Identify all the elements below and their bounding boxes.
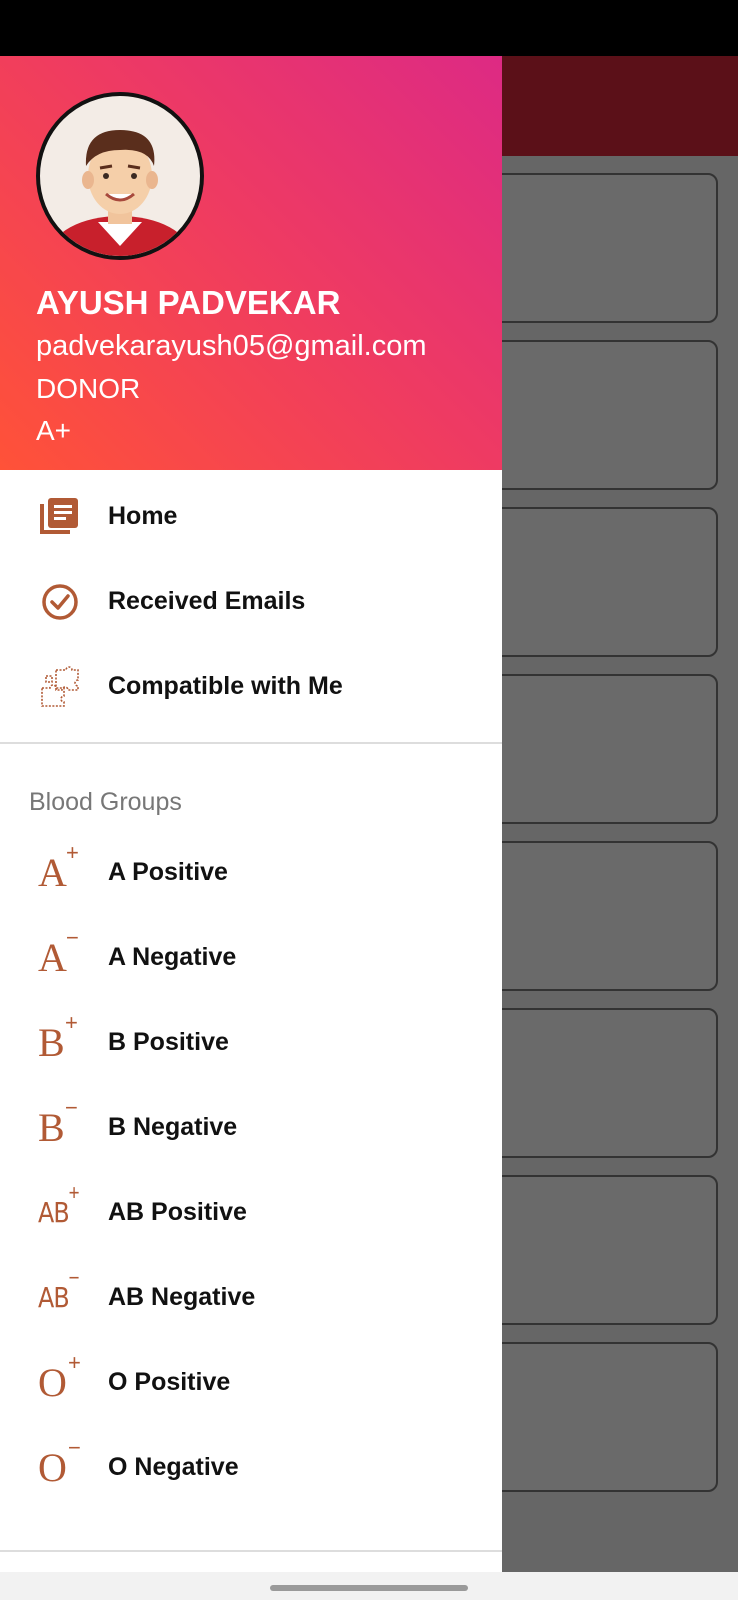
ab-positive-icon: AB + — [38, 1180, 80, 1230]
section-title-blood-groups: Blood Groups — [29, 788, 182, 816]
a-positive-icon: A + — [38, 840, 79, 896]
book-icon — [38, 496, 82, 538]
background-card[interactable] — [490, 173, 718, 323]
profile-name: AYUSH PADVEKAR — [36, 284, 341, 321]
o-negative-icon: O − — [38, 1435, 81, 1491]
menu-item-b-negative[interactable]: B − B Negative — [0, 1085, 502, 1171]
menu-item-label: B Positive — [108, 1028, 229, 1056]
menu-item-label: Received Emails — [108, 587, 306, 615]
menu-item-label: B Negative — [108, 1113, 238, 1141]
background-card[interactable] — [490, 1008, 718, 1158]
menu-item-label: O Positive — [108, 1368, 231, 1396]
menu-item-label: AB Positive — [108, 1198, 247, 1226]
profile-blood-group: A+ — [36, 415, 72, 446]
menu-item-home[interactable]: Home — [0, 474, 502, 560]
ab-negative-icon: AB − — [38, 1265, 80, 1315]
navigation-drawer: AYUSH PADVEKAR padvekarayush05@gmail.com… — [0, 56, 502, 1572]
menu-item-label: A Positive — [108, 858, 228, 886]
menu-item-a-negative[interactable]: A − A Negative — [0, 915, 502, 1001]
menu-item-ab-positive[interactable]: AB + AB Positive — [0, 1170, 502, 1256]
background-card[interactable] — [490, 507, 718, 657]
avatar[interactable] — [36, 92, 204, 260]
divider — [0, 1550, 502, 1552]
drawer-header: AYUSH PADVEKAR padvekarayush05@gmail.com… — [0, 56, 502, 470]
avatar-image — [50, 130, 190, 256]
menu-item-o-negative[interactable]: O − O Negative — [0, 1425, 502, 1511]
b-negative-icon: B − — [38, 1095, 78, 1151]
menu-item-a-positive[interactable]: A + A Positive — [0, 830, 502, 916]
menu-item-label: O Negative — [108, 1453, 239, 1481]
menu-item-label: A Negative — [108, 943, 237, 971]
o-positive-icon: O + — [38, 1350, 81, 1406]
profile-role: DONOR — [36, 373, 141, 404]
background-card[interactable] — [490, 674, 718, 824]
menu-item-received-emails[interactable]: Received Emails — [0, 559, 502, 645]
profile-email: padvekarayush05@gmail.com — [36, 330, 427, 362]
background-card[interactable] — [490, 340, 718, 490]
menu-item-ab-negative[interactable]: AB − AB Negative — [0, 1255, 502, 1341]
menu-item-o-positive[interactable]: O + O Positive — [0, 1340, 502, 1426]
menu-item-label: AB Negative — [108, 1283, 256, 1311]
background-card[interactable] — [490, 1342, 718, 1492]
a-negative-icon: A − — [38, 925, 79, 981]
puzzle-icon — [38, 666, 82, 708]
background-card[interactable] — [490, 841, 718, 991]
menu-item-compatible-with-me[interactable]: Compatible with Me — [0, 644, 502, 730]
b-positive-icon: B + — [38, 1010, 78, 1066]
background-card[interactable] — [490, 1175, 718, 1325]
menu-item-label: Home — [108, 502, 178, 530]
menu-item-label: Compatible with Me — [108, 672, 343, 700]
menu-item-b-positive[interactable]: B + B Positive — [0, 1000, 502, 1086]
divider — [0, 742, 502, 744]
check-circle-icon — [38, 581, 82, 623]
home-indicator[interactable] — [270, 1585, 468, 1591]
status-bar — [0, 0, 738, 56]
